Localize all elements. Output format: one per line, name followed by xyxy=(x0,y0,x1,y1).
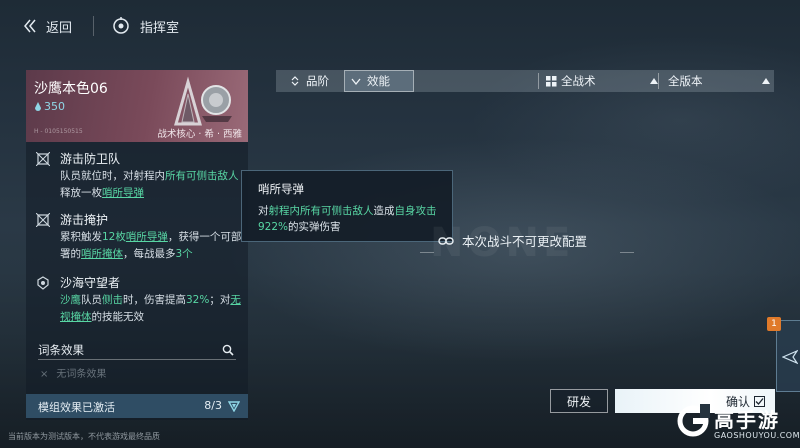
link-icon xyxy=(438,236,454,245)
unit-card-tag: 战术核心 · 希 · 西雅 xyxy=(157,129,242,140)
logo-url: GAOSHOUYOU.COM xyxy=(714,431,800,440)
unit-card-title: 沙鹰本色06 xyxy=(34,81,108,97)
desc-text: 时，伤害提高 xyxy=(123,294,186,306)
skill-description: 累积触发12枚哨所导弹，获得一个可部署的哨所掩体，每战最多3个 xyxy=(60,229,244,263)
desc-text: 的实弹伤害 xyxy=(288,221,341,233)
desc-highlight: 射程内所有可侧击敌人 xyxy=(268,205,374,217)
logo-text: 高手游 xyxy=(714,408,780,432)
back-label: 返回 xyxy=(46,20,73,36)
command-room-breadcrumb: 指挥室 xyxy=(112,14,179,38)
grid-icon xyxy=(546,75,557,86)
locked-text: 本次战斗不可更改配置 xyxy=(462,234,588,249)
sentry-missile-link[interactable]: 哨所导弹 xyxy=(102,187,144,199)
empty-bullet: × xyxy=(40,369,49,380)
chevron-down-icon xyxy=(351,78,361,86)
sort-efficacy-button[interactable]: 效能 xyxy=(344,70,414,92)
entries-header: 词条效果 xyxy=(38,342,236,360)
module-label: 模组效果已激活 xyxy=(38,401,115,414)
skill-name: 游击防卫队 xyxy=(60,152,121,166)
tooltip-title: 哨所导弹 xyxy=(258,182,304,196)
desc-text: 释放一枚 xyxy=(60,187,102,199)
dash-decoration xyxy=(420,252,434,253)
unit-serial: H - 0105150515 xyxy=(34,128,83,135)
skill-crosshair-icon xyxy=(36,152,50,166)
skill-name: 游击掩护 xyxy=(60,213,109,227)
skill-name: 沙海守望者 xyxy=(60,276,121,290)
desc-text: 队员就位时，对射程内 xyxy=(60,170,165,182)
empty-text: 无词条效果 xyxy=(56,369,107,380)
double-chevron-left-icon xyxy=(24,19,36,33)
sentry-missile-link[interactable]: 哨所导弹 xyxy=(126,231,168,243)
module-chevron-icon xyxy=(228,401,240,412)
skill-shield-icon xyxy=(37,276,49,290)
desc-highlight: 所有可侧击敌人 xyxy=(165,170,239,182)
divider xyxy=(538,73,539,89)
energy-drop-icon xyxy=(35,101,41,111)
desc-highlight: 侧击 xyxy=(102,294,123,306)
search-icon[interactable] xyxy=(222,344,234,356)
desc-text: 的技能无效 xyxy=(91,311,145,323)
gift-badge: 1 xyxy=(767,317,781,331)
desc-text: 对 xyxy=(258,205,269,217)
top-bar: 返回 指挥室 xyxy=(0,0,800,50)
site-logo: 高手游 GAOSHOUYOU.COM xyxy=(676,404,800,446)
sentry-cover-link[interactable]: 哨所掩体 xyxy=(81,248,123,260)
desc-text: 造成 xyxy=(373,205,395,217)
plane-icon xyxy=(782,349,798,365)
cost-value: 350 xyxy=(44,100,65,113)
desc-text: ，每战最多 xyxy=(123,248,176,260)
desc-highlight: 32% xyxy=(186,294,210,306)
unit-card-header[interactable]: 沙鹰本色06 350 H - 0105150515 战术核心 · 希 · 西雅 xyxy=(26,70,248,142)
sort-grade-button[interactable]: 品阶 xyxy=(286,70,333,92)
desc-highlight: 3个 xyxy=(175,248,193,260)
sentry-missile-tooltip: 哨所导弹 对射程内所有可侧击敌人造成自身攻击922%的实弹伤害 xyxy=(241,170,453,242)
filter-bar: 品阶 效能 全战术 全版本 xyxy=(276,70,774,92)
version-label: 全版本 xyxy=(668,74,703,88)
desc-highlight: 12枚 xyxy=(102,231,126,243)
efficacy-label: 效能 xyxy=(367,74,390,88)
command-room-icon xyxy=(113,17,129,34)
skill-crosshair-icon xyxy=(36,213,50,227)
grade-label: 品阶 xyxy=(306,74,329,88)
top-divider xyxy=(93,16,94,36)
module-effect-bar[interactable]: 模组效果已激活 8/3 xyxy=(26,394,248,418)
unit-emblem-icon xyxy=(174,76,232,126)
command-room-label: 指挥室 xyxy=(140,20,180,36)
tactic-dropdown[interactable]: 全战术 xyxy=(546,70,664,92)
version-dropdown[interactable]: 全版本 xyxy=(668,70,774,92)
desc-text: ；对 xyxy=(209,294,231,306)
entries-label: 词条效果 xyxy=(38,343,84,357)
research-button[interactable]: 研发 xyxy=(550,389,608,413)
desc-highlight: 沙鹰 xyxy=(60,294,81,306)
research-label: 研发 xyxy=(566,394,591,409)
skill-description: 队员就位时，对射程内所有可侧击敌人释放一枚哨所导弹 xyxy=(60,168,244,202)
tooltip-description: 对射程内所有可侧击敌人造成自身攻击922%的实弹伤害 xyxy=(258,203,448,235)
desc-text: 队员 xyxy=(81,294,102,306)
sort-diamond-icon xyxy=(291,76,299,86)
back-button[interactable]: 返回 xyxy=(22,14,72,38)
tactic-label: 全战术 xyxy=(561,74,596,88)
logo-g-icon xyxy=(677,404,710,437)
triangle-up-icon xyxy=(650,78,658,84)
divider xyxy=(658,73,659,89)
test-version-note: 当前版本为测试版本，不代表游戏最终品质 xyxy=(8,432,160,441)
dash-decoration xyxy=(620,252,634,253)
module-count: 8/3 xyxy=(204,399,222,412)
no-entries-message: × 无词条效果 xyxy=(40,365,114,380)
unit-card-cost: 350 xyxy=(34,100,65,113)
unit-detail-panel: 沙鹰本色06 350 H - 0105150515 战术核心 · 希 · 西雅 … xyxy=(26,70,248,420)
triangle-up-icon xyxy=(762,78,770,84)
desc-text: 累积触发 xyxy=(60,231,102,243)
skill-description: 沙鹰队员侧击时，伤害提高32%；对无视掩体的技能无效 xyxy=(60,292,244,326)
config-locked-message: 本次战斗不可更改配置 xyxy=(438,231,587,250)
